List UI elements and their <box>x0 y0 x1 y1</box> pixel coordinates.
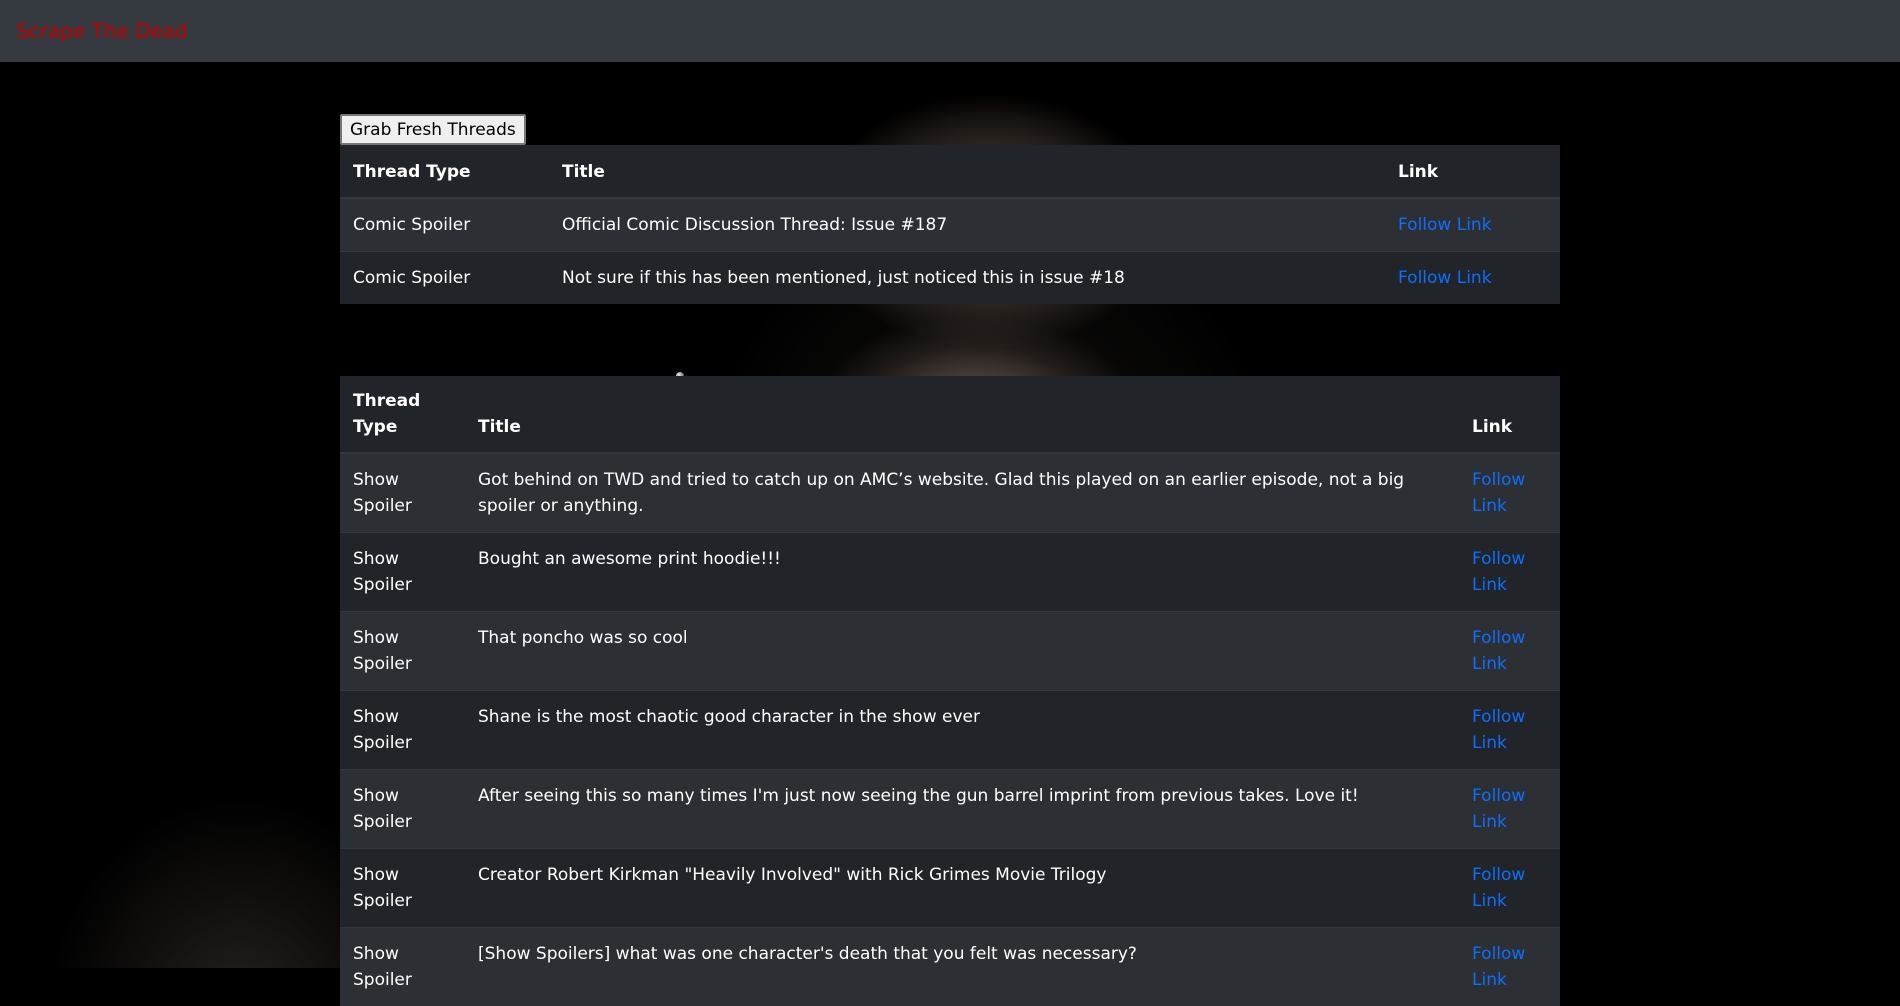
follow-link[interactable]: Follow Link <box>1472 944 1525 990</box>
link-cell: Follow Link <box>1459 849 1560 928</box>
column-header-title: Title <box>465 376 1459 453</box>
thread-title-cell: Got behind on TWD and tried to catch up … <box>465 453 1459 533</box>
table-row: Show Spoiler Got behind on TWD and tried… <box>340 453 1560 533</box>
link-cell: Follow Link <box>1459 770 1560 849</box>
table-header-row: Thread Type Title Link <box>340 376 1560 453</box>
thread-title-cell: Bought an awesome print hoodie!!! <box>465 533 1459 612</box>
table-row: Show Spoiler Creator Robert Kirkman "Hea… <box>340 849 1560 928</box>
follow-link[interactable]: Follow Link <box>1472 470 1525 516</box>
thread-title-cell: That poncho was so cool <box>465 612 1459 691</box>
show-threads-table: Thread Type Title Link Show Spoiler Got … <box>340 376 1560 1006</box>
brand-link[interactable]: Scrape The Dead <box>16 19 188 43</box>
thread-type-cell: Show Spoiler <box>340 533 465 612</box>
table-row: Show Spoiler Shane is the most chaotic g… <box>340 691 1560 770</box>
column-header-link: Link <box>1459 376 1560 453</box>
link-cell: Follow Link <box>1459 928 1560 1006</box>
column-header-thread-type: Thread Type <box>340 145 549 198</box>
link-cell: Follow Link <box>1459 691 1560 770</box>
thread-type-cell: Comic Spoiler <box>340 198 549 252</box>
thread-type-cell: Show Spoiler <box>340 770 465 849</box>
thread-title-cell: Shane is the most chaotic good character… <box>465 691 1459 770</box>
follow-link[interactable]: Follow Link <box>1472 628 1525 674</box>
link-cell: Follow Link <box>1459 453 1560 533</box>
follow-link[interactable]: Follow Link <box>1472 707 1525 753</box>
link-cell: Follow Link <box>1459 612 1560 691</box>
table-row: Show Spoiler Bought an awesome print hoo… <box>340 533 1560 612</box>
thread-type-cell: Show Spoiler <box>340 691 465 770</box>
thread-type-cell: Show Spoiler <box>340 612 465 691</box>
grab-fresh-threads-button[interactable]: Grab Fresh Threads <box>340 114 526 145</box>
navbar: Scrape The Dead <box>0 0 1900 62</box>
link-cell: Follow Link <box>1385 252 1560 305</box>
column-header-link: Link <box>1385 145 1560 198</box>
column-header-title: Title <box>549 145 1385 198</box>
table-header-row: Thread Type Title Link <box>340 145 1560 198</box>
follow-link[interactable]: Follow Link <box>1398 215 1492 235</box>
thread-type-cell: Show Spoiler <box>340 453 465 533</box>
thread-title-cell: After seeing this so many times I'm just… <box>465 770 1459 849</box>
link-cell: Follow Link <box>1385 198 1560 252</box>
follow-link[interactable]: Follow Link <box>1472 865 1525 911</box>
comic-threads-table: Thread Type Title Link Comic Spoiler Off… <box>340 145 1560 304</box>
thread-type-cell: Show Spoiler <box>340 849 465 928</box>
follow-link[interactable]: Follow Link <box>1472 786 1525 832</box>
thread-title-cell: Official Comic Discussion Thread: Issue … <box>549 198 1385 252</box>
table-row: Comic Spoiler Not sure if this has been … <box>340 252 1560 305</box>
thread-type-cell: Show Spoiler <box>340 928 465 1006</box>
table-row: Show Spoiler That poncho was so cool Fol… <box>340 612 1560 691</box>
follow-link[interactable]: Follow Link <box>1472 549 1525 595</box>
thread-title-cell: Not sure if this has been mentioned, jus… <box>549 252 1385 305</box>
thread-title-cell: [Show Spoilers] what was one character's… <box>465 928 1459 1006</box>
table-row: Comic Spoiler Official Comic Discussion … <box>340 198 1560 252</box>
follow-link[interactable]: Follow Link <box>1398 268 1492 288</box>
link-cell: Follow Link <box>1459 533 1560 612</box>
thread-title-cell: Creator Robert Kirkman "Heavily Involved… <box>465 849 1459 928</box>
table-row: Show Spoiler After seeing this so many t… <box>340 770 1560 849</box>
table-row: Show Spoiler [Show Spoilers] what was on… <box>340 928 1560 1006</box>
column-header-thread-type: Thread Type <box>340 376 465 453</box>
thread-type-cell: Comic Spoiler <box>340 252 549 305</box>
